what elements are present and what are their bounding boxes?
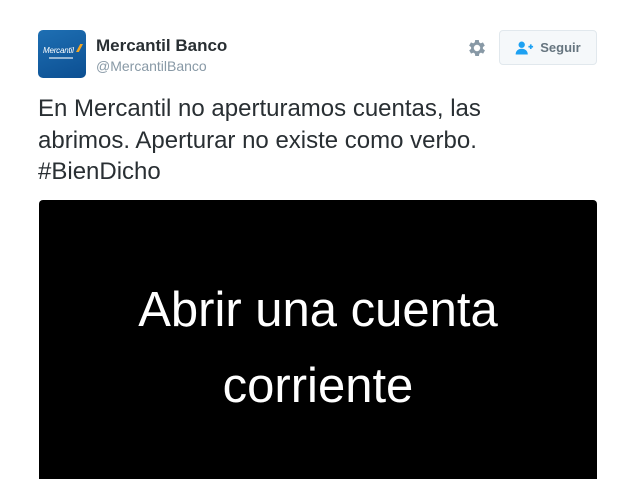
- account-name[interactable]: Mercantil Banco: [96, 36, 227, 56]
- add-user-icon: [515, 41, 534, 55]
- tweet-text-line: En Mercantil no aperturamos cuentas, las: [38, 95, 481, 122]
- tweet-text: En Mercantil no aperturamos cuentas, las…: [38, 93, 598, 188]
- avatar[interactable]: Mercantil: [38, 30, 86, 78]
- follow-button[interactable]: Seguir: [499, 30, 597, 65]
- account-handle[interactable]: @MercantilBanco: [96, 58, 207, 74]
- tweet-card: Mercantil Mercantil Banco @MercantilBanc…: [0, 0, 620, 479]
- follow-label: Seguir: [540, 40, 581, 55]
- media-caption: Abrir una cuenta corriente: [39, 272, 597, 424]
- media-caption-line: corriente: [222, 359, 414, 413]
- gear-icon[interactable]: [466, 37, 488, 59]
- avatar-logo-underline: [49, 57, 73, 59]
- mercantil-logo-icon: [76, 44, 83, 52]
- media-caption-line: Abrir una cuenta: [138, 283, 498, 337]
- tweet-text-line: abrimos. Aperturar no existe como verbo.: [38, 126, 477, 154]
- tweet-media[interactable]: Abrir una cuenta corriente: [39, 200, 597, 479]
- hashtag-link[interactable]: #BienDicho: [38, 156, 598, 188]
- avatar-logo-text: Mercantil: [43, 46, 74, 55]
